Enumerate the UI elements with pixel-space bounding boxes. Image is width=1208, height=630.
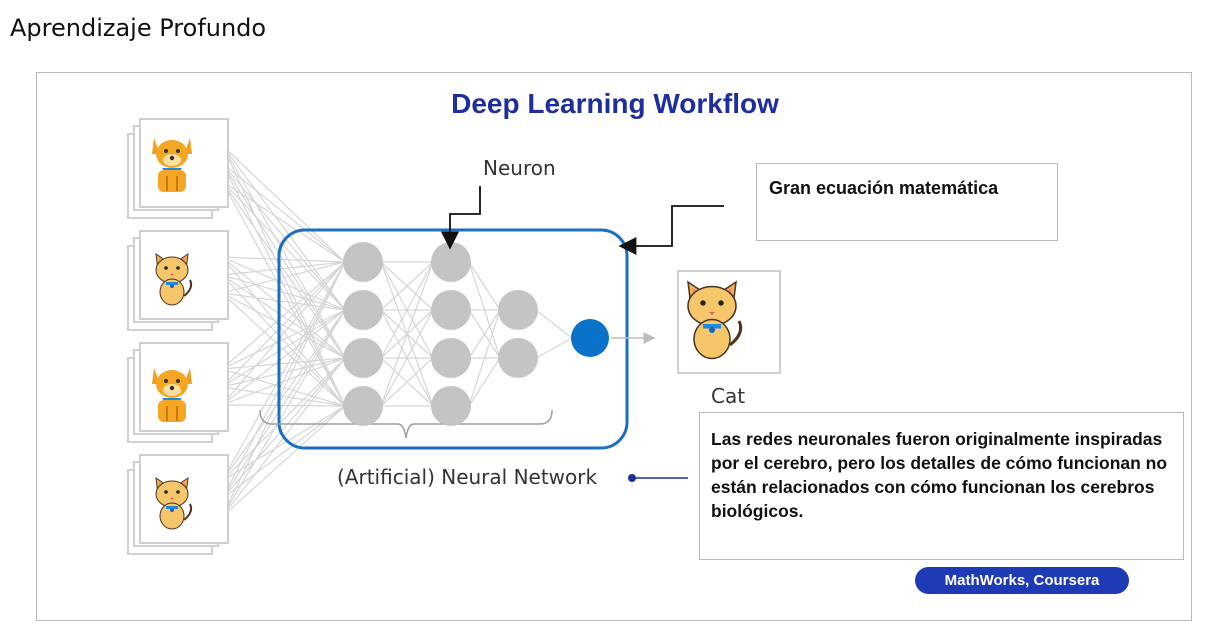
layer-connection (535, 309, 573, 339)
neuron (431, 338, 471, 378)
neuron (343, 338, 383, 378)
input-image-stack-3 (127, 342, 229, 443)
neuron-pointer-arrow (441, 186, 481, 250)
neuron (343, 290, 383, 330)
output-neuron (571, 319, 609, 357)
neuron (343, 242, 383, 282)
input-image-stack-1 (127, 118, 229, 219)
layer-connection (468, 357, 501, 407)
equation-pointer-arrow (618, 205, 724, 255)
input-connection (221, 162, 346, 359)
neuron (343, 386, 383, 426)
input-connection (221, 405, 346, 482)
network-connections (221, 144, 573, 518)
output-label: Cat (711, 384, 746, 408)
source-badge: MathWorks, Coursera (915, 567, 1129, 594)
neuron (498, 338, 538, 378)
network-label: (Artificial) Neural Network (337, 465, 598, 489)
input-connection (221, 357, 346, 500)
input-connection (221, 368, 346, 407)
input-image-stack-2 (127, 230, 229, 331)
neuron (431, 290, 471, 330)
math-equation-box: Gran ecuación matemática (756, 163, 1058, 241)
neuron-label: Neuron (483, 156, 556, 180)
input-connection (221, 261, 346, 276)
math-equation-text: Gran ecuación matemática (769, 178, 999, 198)
input-connection (221, 261, 346, 500)
neuron (498, 290, 538, 330)
input-connection (221, 144, 346, 263)
layer-connection (535, 337, 573, 359)
network-brace (259, 409, 553, 439)
layer-connection (468, 261, 501, 311)
note-box: Las redes neuronales fueron originalment… (699, 412, 1184, 560)
neuron (431, 242, 471, 282)
input-connection (221, 405, 346, 518)
neuron-layers (343, 242, 609, 426)
note-connector-dot (628, 474, 636, 482)
neuron (431, 386, 471, 426)
note-text: Las redes neuronales fueron originalment… (711, 429, 1168, 521)
input-connection (221, 309, 346, 500)
input-connection (221, 309, 346, 482)
input-image-stack-4 (127, 454, 229, 555)
